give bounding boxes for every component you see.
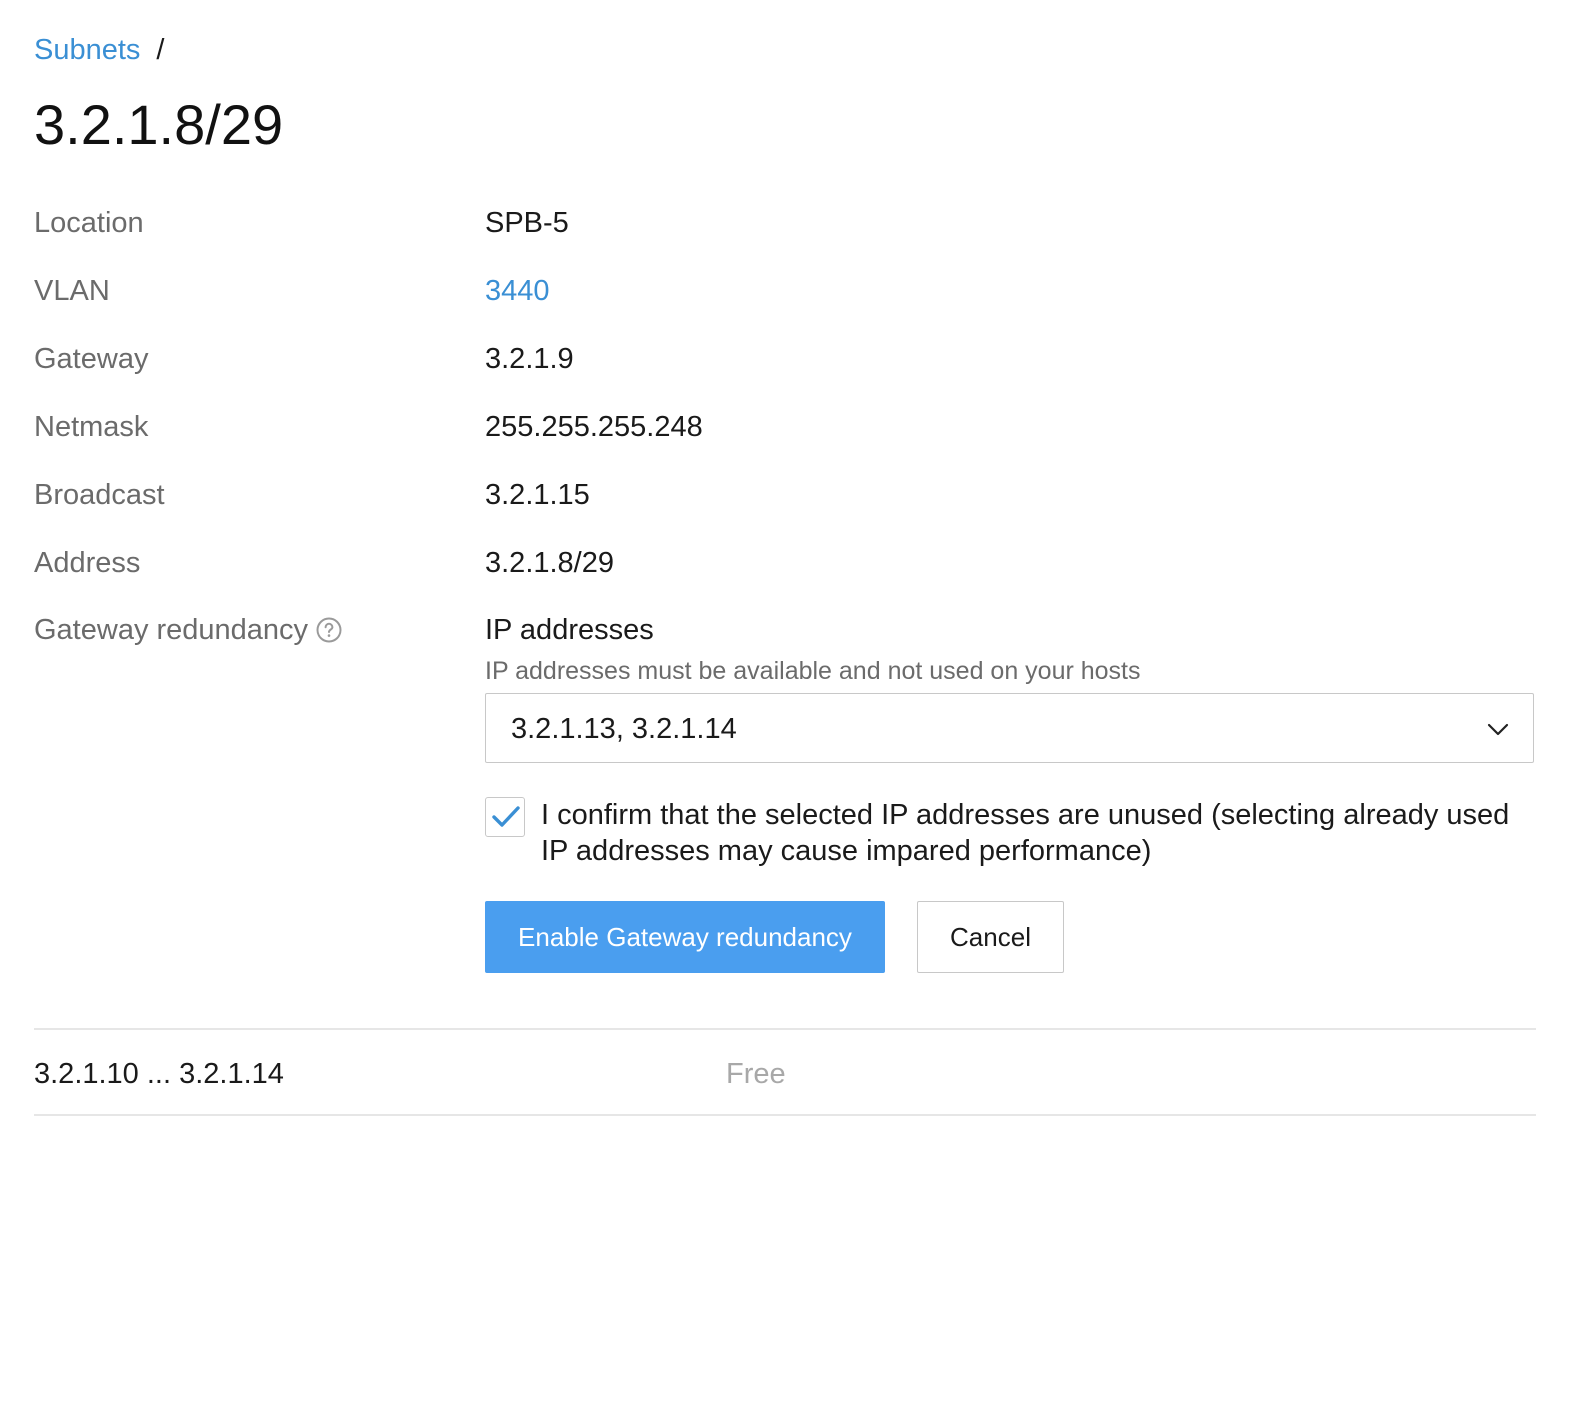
page-title: 3.2.1.8/29 — [34, 93, 284, 156]
detail-row-broadcast: Broadcast 3.2.1.15 — [34, 475, 1536, 515]
question-circle-icon[interactable] — [316, 614, 342, 643]
detail-row-location: Location SPB-5 — [34, 203, 1536, 243]
detail-label: Location — [34, 207, 144, 239]
detail-row-netmask: Netmask 255.255.255.248 — [34, 407, 1536, 447]
gateway-redundancy-label-text: Gateway redundancy — [34, 614, 309, 646]
detail-label: VLAN — [34, 275, 110, 307]
ip-addresses-hint: IP addresses must be available and not u… — [485, 657, 1141, 685]
detail-value: 255.255.255.248 — [485, 411, 703, 443]
divider-top — [34, 1028, 1536, 1030]
breadcrumb-separator: / — [156, 34, 165, 66]
breadcrumb: Subnets / — [34, 30, 164, 70]
chevron-down-icon — [1487, 723, 1509, 736]
gateway-redundancy-label: Gateway redundancy — [34, 610, 342, 650]
detail-row-vlan: VLAN 3440 — [34, 271, 1536, 311]
detail-value: 3.2.1.15 — [485, 479, 590, 511]
enable-gateway-redundancy-button[interactable]: Enable Gateway redundancy — [485, 901, 885, 973]
detail-value: 3.2.1.9 — [485, 343, 574, 375]
cancel-button[interactable]: Cancel — [917, 901, 1064, 973]
detail-value: SPB-5 — [485, 207, 569, 239]
divider-bottom — [34, 1114, 1536, 1116]
detail-label: Netmask — [34, 411, 149, 443]
ip-addresses-title: IP addresses — [485, 614, 654, 646]
ip-addresses-select[interactable]: 3.2.1.13, 3.2.1.14 — [485, 693, 1534, 763]
ip-range-row: 3.2.1.10 ... 3.2.1.14 Free — [34, 1054, 1536, 1094]
detail-row-gateway-redundancy: Gateway redundancy — [34, 610, 1536, 650]
ip-addresses-selected-value: 3.2.1.13, 3.2.1.14 — [511, 713, 737, 745]
detail-label: Address — [34, 547, 141, 579]
detail-row-gateway: Gateway 3.2.1.9 — [34, 339, 1536, 379]
detail-label: Gateway — [34, 343, 149, 375]
ip-range-status: Free — [726, 1058, 786, 1090]
detail-label: Broadcast — [34, 479, 165, 511]
vlan-link[interactable]: 3440 — [485, 271, 550, 311]
detail-row-address: Address 3.2.1.8/29 — [34, 543, 1536, 583]
ip-range: 3.2.1.10 ... 3.2.1.14 — [34, 1058, 284, 1090]
confirm-unused-text: I confirm that the selected IP addresses… — [541, 799, 1510, 867]
confirm-unused-checkbox[interactable] — [485, 797, 525, 837]
checkmark-icon — [492, 806, 520, 827]
breadcrumb-subnets-link[interactable]: Subnets — [34, 34, 140, 66]
detail-value: 3.2.1.8/29 — [485, 547, 614, 579]
